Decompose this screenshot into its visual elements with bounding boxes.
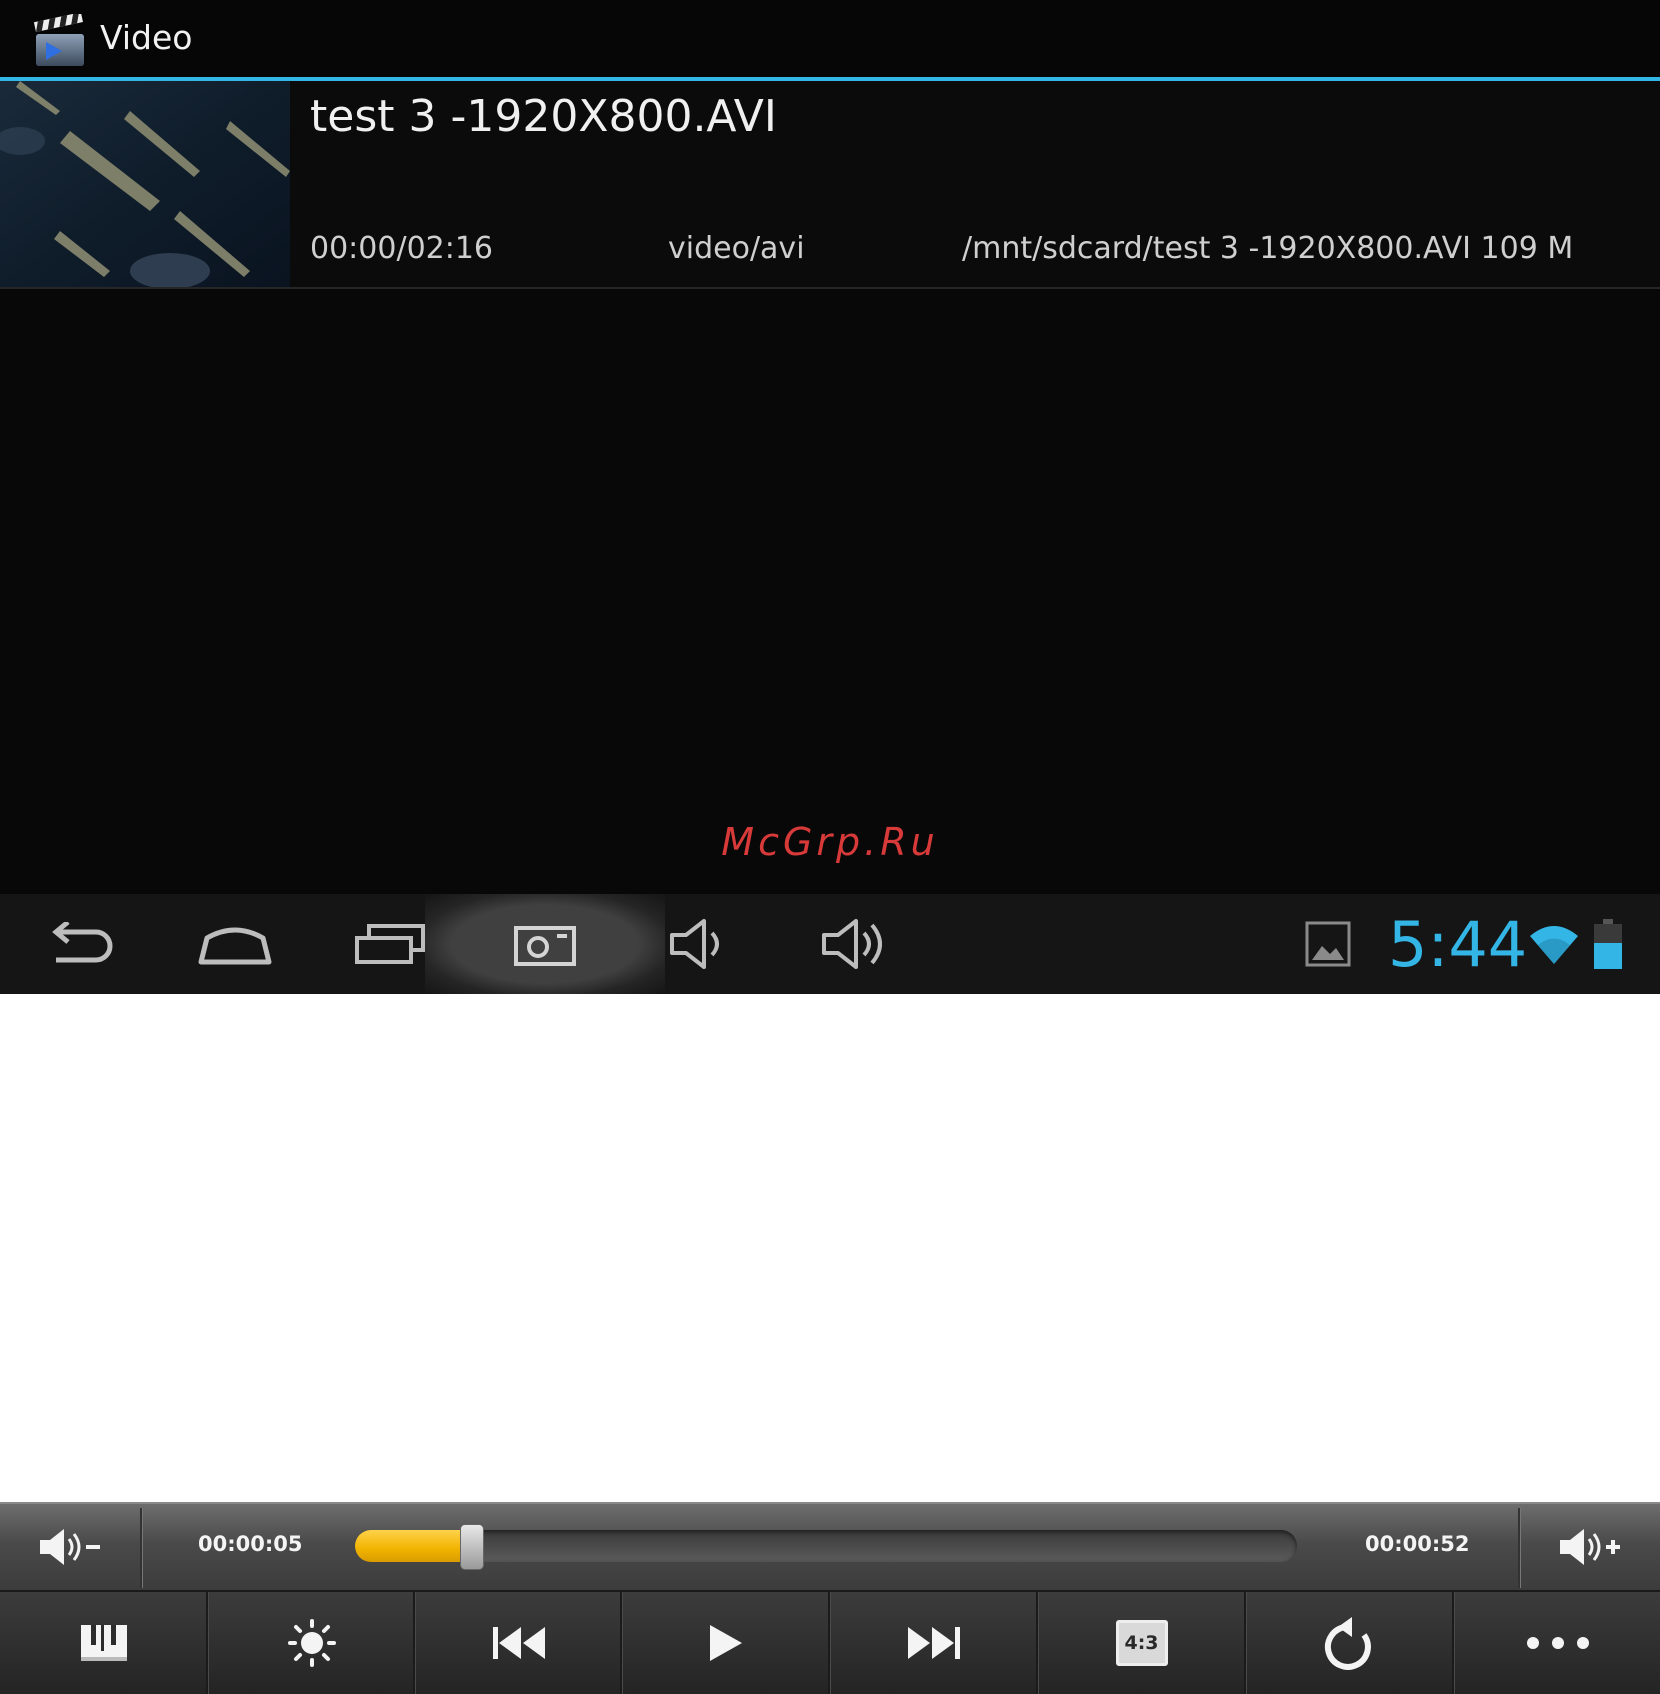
volume-down-icon <box>670 919 719 969</box>
next-button[interactable] <box>830 1592 1037 1694</box>
volume-up-button[interactable] <box>805 894 905 994</box>
separator <box>140 1508 142 1588</box>
volume-up-icon <box>822 919 882 969</box>
video-app-screen: Video test 3 -1920X800.AVI 00:00/02:16 v… <box>0 0 1660 994</box>
home-icon <box>198 927 272 965</box>
player-controls: 00:00:05 00:00:52 4:3 <box>0 1502 1660 1694</box>
back-icon <box>52 922 113 963</box>
repeat-icon <box>1324 1617 1371 1670</box>
playlist-icon <box>80 1625 127 1661</box>
action-bar: Video <box>0 0 1660 80</box>
more-icon <box>1526 1637 1589 1649</box>
video-duration: 00:00/02:16 <box>310 231 494 266</box>
aspect-ratio-icon: 4:3 <box>1115 1620 1168 1666</box>
video-thumbnail <box>0 81 290 289</box>
video-path-size: /mnt/sdcard/test 3 -1920X800.AVI 109 M <box>962 231 1574 266</box>
volume-down-button[interactable] <box>650 894 750 994</box>
video-mime-type: video/avi <box>668 231 805 266</box>
recent-apps-icon <box>355 924 425 964</box>
repeat-button[interactable] <box>1246 1592 1453 1694</box>
screenshot-icon <box>514 926 576 966</box>
list-divider <box>0 287 1660 289</box>
video-list-item[interactable]: test 3 -1920X800.AVI 00:00/02:16 video/a… <box>0 81 1660 289</box>
clapperboard-icon[interactable] <box>32 14 88 68</box>
next-icon <box>907 1627 960 1659</box>
volume-minus-icon <box>40 1529 100 1565</box>
previous-icon <box>492 1627 545 1659</box>
back-button[interactable] <box>30 894 130 994</box>
volume-down-control[interactable] <box>0 1504 140 1590</box>
previous-button[interactable] <box>415 1592 622 1694</box>
aspect-ratio-button[interactable]: 4:3 <box>1038 1592 1245 1694</box>
wifi-status <box>1526 894 1582 994</box>
playlist-button[interactable] <box>0 1592 207 1694</box>
control-buttons-row: 4:3 <box>0 1590 1660 1694</box>
recent-apps-button[interactable] <box>340 894 440 994</box>
current-time: 00:00:05 <box>198 1532 303 1556</box>
gallery-notification[interactable] <box>1300 894 1356 994</box>
volume-plus-icon <box>1560 1529 1620 1565</box>
total-time: 00:00:52 <box>1365 1532 1470 1556</box>
gallery-notification-icon <box>1305 921 1351 967</box>
screenshot-button[interactable] <box>495 894 595 994</box>
seek-bar-progress <box>355 1530 468 1562</box>
brightness-button[interactable] <box>208 1592 415 1694</box>
play-icon <box>709 1625 742 1661</box>
play-button[interactable] <box>622 1592 829 1694</box>
home-button[interactable] <box>185 894 285 994</box>
video-title: test 3 -1920X800.AVI <box>310 91 777 142</box>
brightness-icon <box>287 1619 336 1667</box>
system-navigation-bar: 5:44 <box>0 894 1660 994</box>
seek-bar[interactable] <box>355 1524 1297 1570</box>
more-button[interactable] <box>1454 1592 1660 1694</box>
seek-row: 00:00:05 00:00:52 <box>0 1502 1660 1590</box>
seek-bar-thumb[interactable] <box>460 1524 484 1570</box>
battery-status <box>1588 894 1628 994</box>
battery-icon <box>1594 919 1622 969</box>
app-title: Video <box>100 18 193 57</box>
watermark: McGrp.Ru <box>721 820 939 864</box>
wifi-icon <box>1530 926 1578 964</box>
volume-up-control[interactable] <box>1520 1504 1660 1590</box>
status-clock: 5:44 <box>1388 908 1528 981</box>
